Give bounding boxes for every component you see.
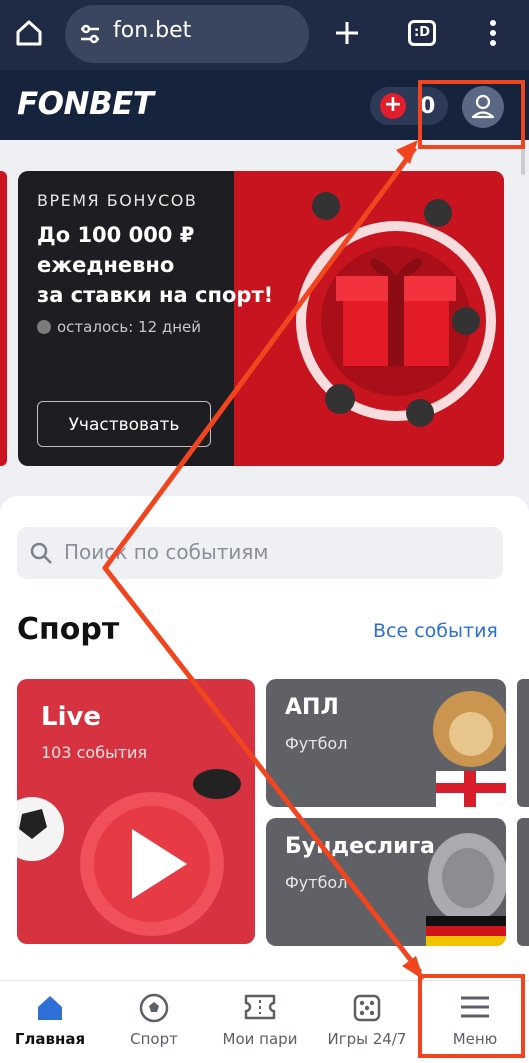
annotation-arrows [102, 140, 424, 980]
